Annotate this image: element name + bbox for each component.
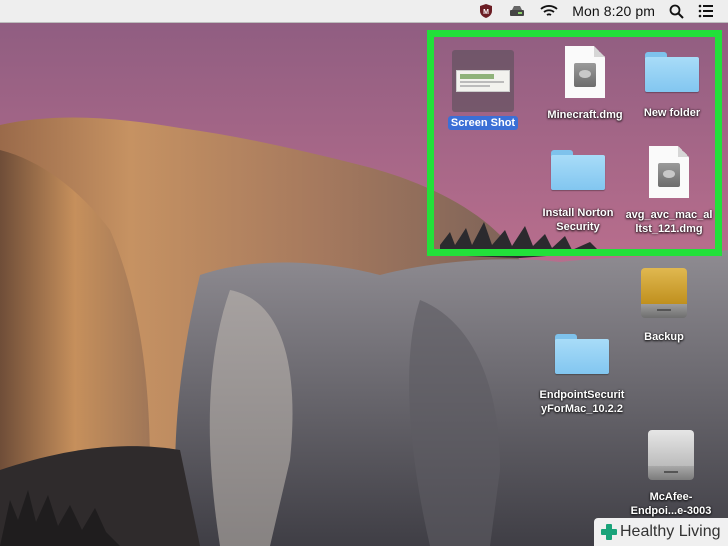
desktop-item-backup[interactable]: Backup	[626, 268, 702, 344]
desktop-item-label: Install Norton Security	[542, 207, 614, 233]
dmg-file-icon	[649, 146, 689, 198]
desktop-item-label: Minecraft.dmg	[547, 109, 623, 121]
desktop-item-label: McAfee- Endpoi...e-3003	[630, 491, 712, 517]
desktop-item-endpointsecurity[interactable]: EndpointSecurit yForMac_10.2.2	[534, 334, 630, 416]
desktop-item-mcafee-endpoint[interactable]: McAfee- Endpoi...e-3003	[626, 430, 716, 518]
folder-icon	[551, 150, 605, 190]
list-icon[interactable]	[698, 0, 714, 22]
screenshot-thumbnail-icon	[452, 50, 514, 112]
desktop-item-label: EndpointSecurit yForMac_10.2.2	[539, 389, 625, 415]
drive-status-icon[interactable]	[508, 0, 526, 22]
desktop-item-minecraft-dmg[interactable]: Minecraft.dmg	[540, 46, 630, 122]
desktop-item-label: New folder	[643, 107, 701, 119]
healthy-living-watermark: Healthy Living	[594, 518, 728, 546]
gold-drive-icon	[641, 268, 687, 318]
desktop-item-label: Backup	[644, 331, 684, 343]
watermark-text: Healthy Living	[620, 523, 721, 540]
desktop-item-new-folder[interactable]: New folder	[630, 52, 714, 120]
folder-icon	[645, 52, 699, 92]
silver-drive-icon	[648, 430, 694, 480]
search-icon[interactable]	[669, 0, 684, 22]
mcafee-shield-icon[interactable]: M	[478, 0, 494, 22]
wifi-icon[interactable]	[540, 0, 558, 22]
desktop-item-install-norton-security[interactable]: Install Norton Security	[532, 150, 624, 234]
desktop-item-label: avg_avc_mac_al ltst_121.dmg	[625, 209, 713, 235]
menubar-clock[interactable]: Mon 8:20 pm	[572, 0, 655, 22]
dmg-file-icon	[565, 46, 605, 98]
svg-text:M: M	[483, 9, 489, 16]
desktop-item-screen-shot[interactable]: Screen Shot	[446, 50, 520, 130]
menu-bar: M Mon 8:20 pm	[0, 0, 728, 23]
desktop-item-avg-dmg[interactable]: avg_avc_mac_al ltst_121.dmg	[622, 146, 716, 236]
folder-icon	[555, 334, 609, 374]
desktop-item-label: Screen Shot	[447, 116, 519, 130]
plus-logo-icon	[601, 524, 617, 540]
